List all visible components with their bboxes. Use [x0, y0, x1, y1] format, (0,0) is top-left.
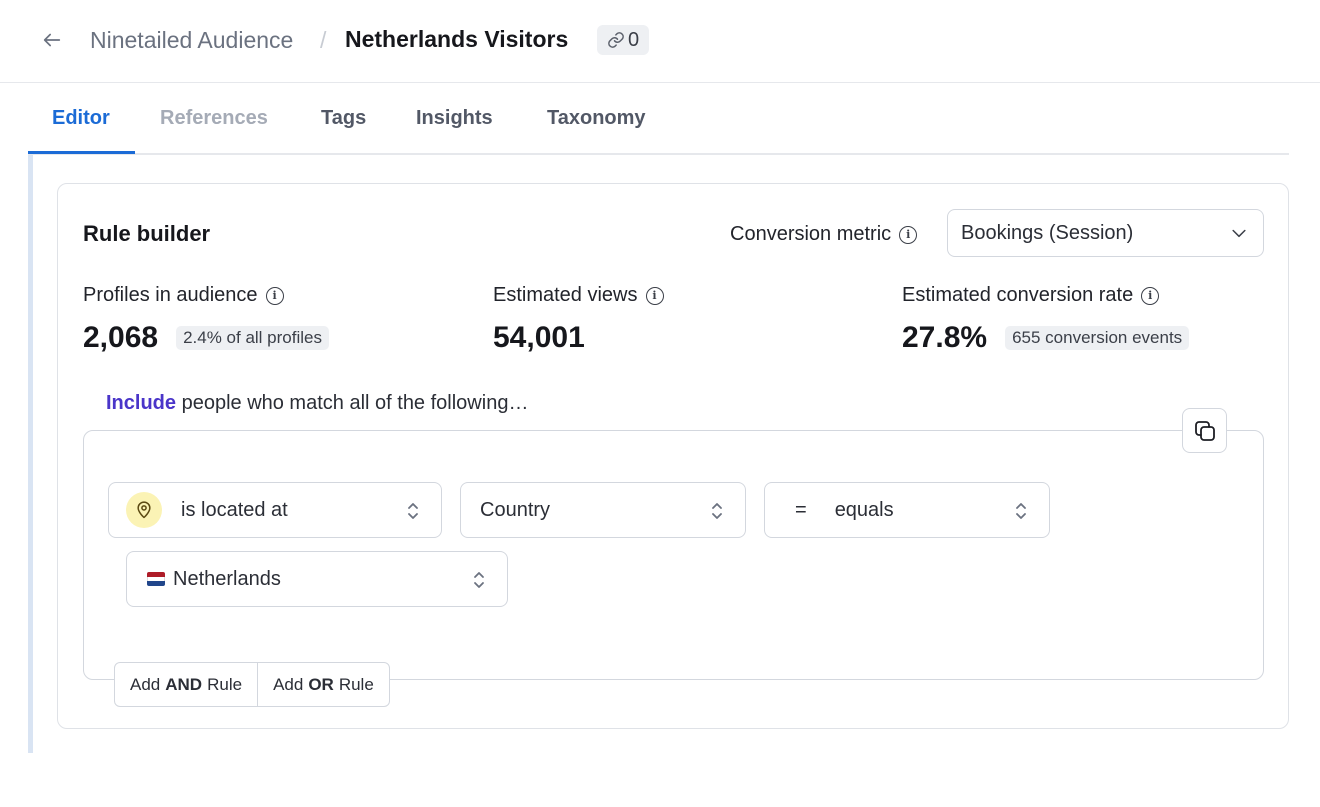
info-icon[interactable]: i [1141, 286, 1160, 305]
operator-select[interactable]: = equals [764, 482, 1050, 538]
stat-views: Estimated views i 54,001 [493, 284, 664, 355]
condition-select[interactable]: is located at [108, 482, 442, 538]
references-badge[interactable]: 0 [597, 25, 649, 55]
chevron-up-down-icon [474, 572, 484, 588]
stat-label-text: Estimated conversion rate [902, 284, 1134, 306]
add-and-prefix: Add [130, 674, 161, 694]
value-text: Netherlands [173, 567, 281, 590]
rule-builder-card: Rule builder Conversion metric i Booking… [57, 183, 1289, 729]
page-title: Netherlands Visitors [345, 26, 569, 52]
tab-insights[interactable]: Insights [416, 107, 493, 130]
include-rest-text: people who match all of the following… [176, 392, 529, 414]
info-icon[interactable]: i [265, 286, 284, 305]
include-keyword[interactable]: Include [106, 392, 176, 414]
stat-value-row: 27.8% 655 conversion events [902, 321, 1190, 355]
add-or-suffix: Rule [338, 674, 374, 694]
arrow-left-icon [43, 33, 61, 47]
attribute-select[interactable]: Country [460, 482, 746, 538]
tab-tags[interactable]: Tags [321, 107, 366, 130]
add-and-suffix: Rule [207, 674, 243, 694]
references-count: 0 [627, 28, 640, 51]
stat-conversion-rate: Estimated conversion rate i 27.8% 655 co… [902, 284, 1190, 355]
rule-builder-title: Rule builder [83, 221, 211, 246]
chevron-up-down-icon [408, 503, 418, 519]
stat-value: 27.8% [902, 321, 988, 354]
stat-profiles: Profiles in audience i 2,068 2.4% of all… [83, 284, 329, 355]
add-and-keyword: AND [165, 674, 203, 694]
copy-icon [1194, 420, 1215, 441]
add-or-rule-button[interactable]: Add OR Rule [257, 663, 389, 706]
stat-label: Profiles in audience i [83, 284, 329, 307]
stat-label: Estimated conversion rate i [902, 284, 1189, 307]
stat-label-text: Profiles in audience [83, 284, 258, 306]
conversion-metric-label: Conversion metric i [730, 223, 918, 246]
conversion-metric-text: Conversion metric [730, 223, 892, 245]
conversion-metric-select[interactable]: Bookings (Session) [947, 209, 1264, 257]
operator-symbol: = [795, 498, 807, 521]
stat-badge: 655 conversion events [1005, 326, 1190, 350]
stat-value: 2,068 [83, 321, 159, 354]
stat-badge: 2.4% of all profiles [176, 326, 329, 350]
location-badge [126, 492, 162, 528]
conversion-metric-value: Bookings (Session) [961, 221, 1134, 244]
link-icon [608, 32, 624, 48]
chevron-up-down-icon [712, 503, 722, 519]
breadcrumb-parent[interactable]: Ninetailed Audience [90, 27, 293, 54]
tab-taxonomy[interactable]: Taxonomy [547, 107, 646, 130]
editor-rail [28, 155, 33, 753]
stat-value: 54,001 [493, 321, 585, 354]
stat-value-row: 2,068 2.4% of all profiles [83, 321, 329, 355]
chevron-up-down-icon [1016, 503, 1026, 519]
active-tab-indicator [28, 151, 135, 154]
map-pin-icon [137, 501, 151, 519]
breadcrumb-separator: / [320, 27, 327, 53]
stat-value-row: 54,001 [493, 321, 664, 355]
add-and-rule-button[interactable]: Add AND Rule [115, 663, 257, 706]
stat-label-text: Estimated views [493, 284, 638, 306]
chevron-down-icon [1232, 229, 1246, 238]
include-description: Include people who match all of the foll… [106, 392, 528, 415]
tab-bar: Editor References Tags Insights Taxonomy [28, 97, 1289, 155]
add-rule-button-group: Add AND Rule Add OR Rule [114, 662, 390, 707]
add-or-prefix: Add [273, 674, 304, 694]
info-icon[interactable]: i [899, 225, 918, 244]
add-or-keyword: OR [308, 674, 334, 694]
attribute-value: Country [480, 498, 551, 521]
netherlands-flag-icon [147, 572, 165, 586]
info-icon[interactable]: i [645, 286, 664, 305]
page-header: Ninetailed Audience / Netherlands Visito… [0, 0, 1320, 83]
stat-label: Estimated views i [493, 284, 664, 307]
condition-value: is located at [181, 498, 288, 521]
value-select[interactable]: Netherlands [126, 551, 508, 607]
tab-editor[interactable]: Editor [52, 107, 110, 130]
tab-references[interactable]: References [160, 107, 268, 130]
operator-value: equals [834, 498, 894, 521]
duplicate-group-button[interactable] [1182, 408, 1227, 453]
back-button[interactable] [38, 26, 66, 54]
